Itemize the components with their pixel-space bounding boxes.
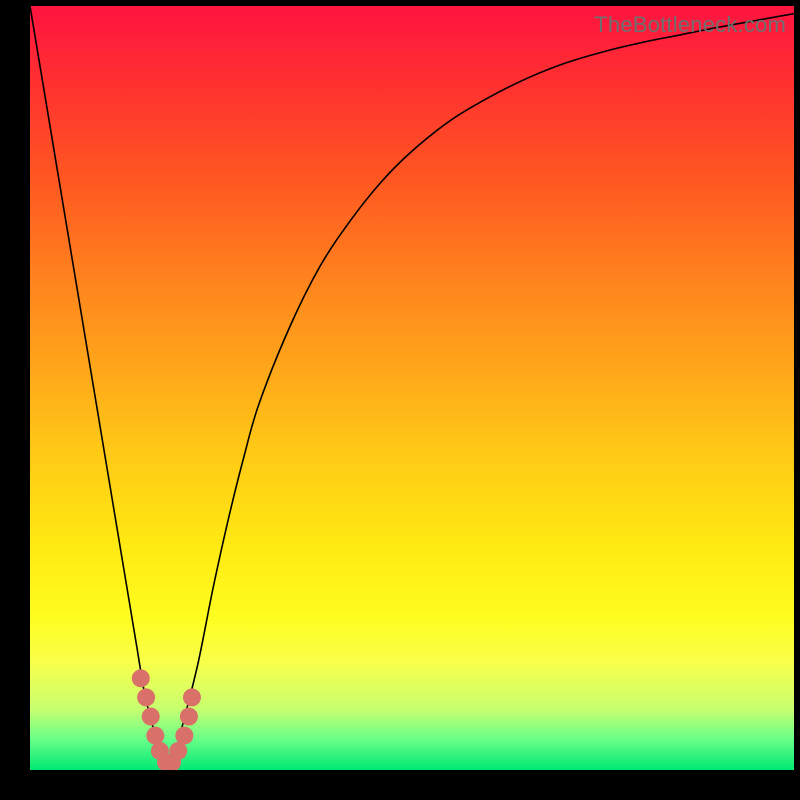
curve-marker bbox=[180, 708, 198, 726]
curve-marker bbox=[142, 708, 160, 726]
curve-marker bbox=[146, 727, 164, 745]
curve-line bbox=[30, 6, 794, 770]
chart-plot-area: TheBottleneck.com bbox=[30, 6, 794, 770]
curve-markers bbox=[132, 669, 201, 770]
curve-marker bbox=[175, 727, 193, 745]
curve-marker bbox=[137, 688, 155, 706]
curve-marker bbox=[183, 688, 201, 706]
chart-frame: TheBottleneck.com bbox=[0, 0, 800, 800]
curve-marker bbox=[132, 669, 150, 687]
bottleneck-curve bbox=[30, 6, 794, 770]
